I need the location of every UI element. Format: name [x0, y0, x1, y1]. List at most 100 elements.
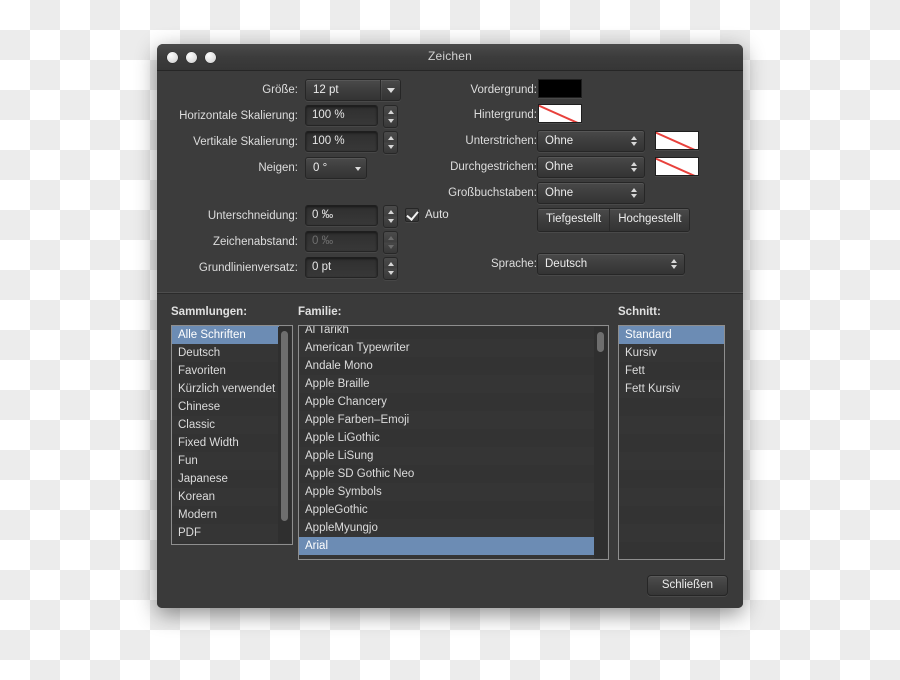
- style-empty-row: [619, 470, 724, 488]
- horizontal-scale-stepper[interactable]: [383, 105, 398, 128]
- families-scrollbar[interactable]: [594, 327, 607, 558]
- slant-combo-value: 0 °: [313, 162, 328, 174]
- baseline-shift-stepper[interactable]: [383, 257, 398, 280]
- family-row[interactable]: AppleMyungjo: [299, 519, 595, 537]
- strikethrough-popup[interactable]: Ohne: [537, 156, 645, 178]
- family-row[interactable]: Apple Braille: [299, 375, 595, 393]
- capitalization-popup[interactable]: Ohne: [537, 182, 645, 204]
- field-row-hintergrund: Hintergrund:: [457, 104, 717, 126]
- close-dialog-button[interactable]: Schließen: [646, 575, 728, 596]
- style-empty-row: [619, 542, 724, 559]
- collection-row[interactable]: Alle Schriften: [172, 326, 279, 344]
- family-row[interactable]: Apple LiSung: [299, 447, 595, 465]
- superscript-button[interactable]: Hochgestellt: [610, 209, 690, 231]
- auto-kerning-checkbox[interactable]: [405, 208, 419, 222]
- vertical-scale-stepper[interactable]: [383, 131, 398, 154]
- strikethrough-color-swatch[interactable]: [655, 157, 699, 176]
- style-empty-row: [619, 524, 724, 542]
- styles-title: Schnitt:: [618, 306, 661, 318]
- capitalization-popup-value: Ohne: [545, 187, 574, 199]
- vertical-scale-input[interactable]: 100 %: [305, 131, 378, 152]
- collection-row[interactable]: Japanese: [172, 470, 279, 488]
- slant-combo[interactable]: 0 °: [305, 157, 367, 179]
- underline-popup-value: Ohne: [545, 135, 574, 147]
- check-icon: [406, 208, 419, 221]
- family-row[interactable]: Andale Mono: [299, 357, 595, 375]
- none-slash-icon: [656, 132, 698, 149]
- auto-kerning-label: Auto: [425, 209, 449, 221]
- collection-row[interactable]: Web: [172, 542, 279, 544]
- collection-row[interactable]: Fun: [172, 452, 279, 470]
- horizontal-scale-input[interactable]: 100 %: [305, 105, 378, 126]
- chevron-updown-icon: [631, 157, 638, 177]
- family-row[interactable]: Apple SD Gothic Neo: [299, 465, 595, 483]
- collection-row[interactable]: Favoriten: [172, 362, 279, 380]
- label-vertikale-skalierung: Vertikale Skalierung:: [193, 136, 298, 148]
- window-title: Zeichen: [427, 49, 473, 63]
- collections-scrollbar[interactable]: [278, 327, 291, 543]
- baseline-segmented-control[interactable]: Tiefgestellt Hochgestellt: [537, 208, 691, 232]
- kerning-input[interactable]: 0 ‰: [305, 205, 378, 226]
- style-row[interactable]: Fett Kursiv: [619, 380, 724, 398]
- collections-listbox[interactable]: Alle Schriften Deutsch Favoriten Kürzlich v…: [171, 325, 293, 545]
- family-row[interactable]: American Typewriter: [299, 339, 595, 357]
- chevron-down-icon[interactable]: [380, 80, 400, 100]
- families-scroll-thumb[interactable]: [597, 332, 604, 352]
- baseline-shift-input[interactable]: 0 pt: [305, 257, 378, 278]
- collections-title: Sammlungen:: [171, 306, 248, 318]
- collection-row[interactable]: Chinese: [172, 398, 279, 416]
- none-slash-icon: [539, 105, 581, 122]
- families-listbox[interactable]: Al Tarikh American Typewriter Andale Mono A…: [298, 325, 609, 560]
- language-popup-value: Deutsch: [545, 258, 588, 270]
- label-horizontale-skalierung: Horizontale Skalierung:: [179, 110, 298, 122]
- style-row[interactable]: Kursiv: [619, 344, 724, 362]
- collection-row[interactable]: Korean: [172, 488, 279, 506]
- family-row[interactable]: AppleGothic: [299, 501, 595, 519]
- family-row[interactable]: Arial: [299, 537, 595, 555]
- chevron-updown-icon: [631, 131, 638, 151]
- label-unterschneidung: Unterschneidung:: [207, 210, 298, 222]
- field-row-vordergrund: Vordergrund:: [457, 79, 717, 101]
- language-popup[interactable]: Deutsch: [537, 253, 685, 275]
- label-vordergrund: Vordergrund:: [470, 84, 538, 96]
- kerning-stepper[interactable]: [383, 205, 398, 228]
- family-row[interactable]: Al Tarikh: [299, 326, 595, 339]
- foreground-color-swatch[interactable]: [538, 79, 582, 98]
- chevron-updown-icon: [631, 183, 638, 203]
- underline-popup[interactable]: Ohne: [537, 130, 645, 152]
- families-title: Familie:: [298, 306, 342, 318]
- family-row[interactable]: Apple Farben–Emoji: [299, 411, 595, 429]
- size-combo[interactable]: 12 pt: [305, 79, 401, 101]
- font-browser-pane: Sammlungen: Alle Schriften Deutsch Favorit…: [157, 294, 743, 608]
- collection-row[interactable]: Kürzlich verwendet: [172, 380, 279, 398]
- family-row[interactable]: Apple Symbols: [299, 483, 595, 501]
- underline-color-swatch[interactable]: [655, 131, 699, 150]
- collection-row[interactable]: PDF: [172, 524, 279, 542]
- label-neigen: Neigen:: [258, 162, 298, 174]
- style-empty-row: [619, 398, 724, 416]
- style-empty-row: [619, 506, 724, 524]
- style-row[interactable]: Fett: [619, 362, 724, 380]
- collection-row[interactable]: Modern: [172, 506, 279, 524]
- tracking-input: 0 ‰: [305, 231, 378, 252]
- style-row[interactable]: Standard: [619, 326, 724, 344]
- label-grossbuchstaben: Großbuchstaben:: [448, 187, 537, 199]
- label-unterstrichen: Unterstrichen:: [465, 135, 537, 147]
- label-grundlinienversatz: Grundlinienversatz:: [198, 262, 298, 274]
- strikethrough-popup-value: Ohne: [545, 161, 574, 173]
- background-color-swatch[interactable]: [538, 104, 582, 123]
- subscript-button[interactable]: Tiefgestellt: [538, 209, 611, 231]
- collections-scroll-thumb[interactable]: [281, 331, 288, 521]
- style-empty-row: [619, 434, 724, 452]
- styles-listbox[interactable]: Standard Kursiv Fett Fett Kursiv: [618, 325, 725, 560]
- label-hintergrund: Hintergrund:: [473, 109, 537, 121]
- chevron-down-icon[interactable]: [348, 158, 366, 178]
- collection-row[interactable]: Classic: [172, 416, 279, 434]
- collection-row[interactable]: Deutsch: [172, 344, 279, 362]
- collection-row[interactable]: Fixed Width: [172, 434, 279, 452]
- none-slash-icon: [656, 158, 698, 175]
- label-zeichenabstand: Zeichenabstand:: [212, 236, 298, 248]
- family-row[interactable]: Apple Chancery: [299, 393, 595, 411]
- label-sprache: Sprache:: [490, 258, 537, 270]
- family-row[interactable]: Apple LiGothic: [299, 429, 595, 447]
